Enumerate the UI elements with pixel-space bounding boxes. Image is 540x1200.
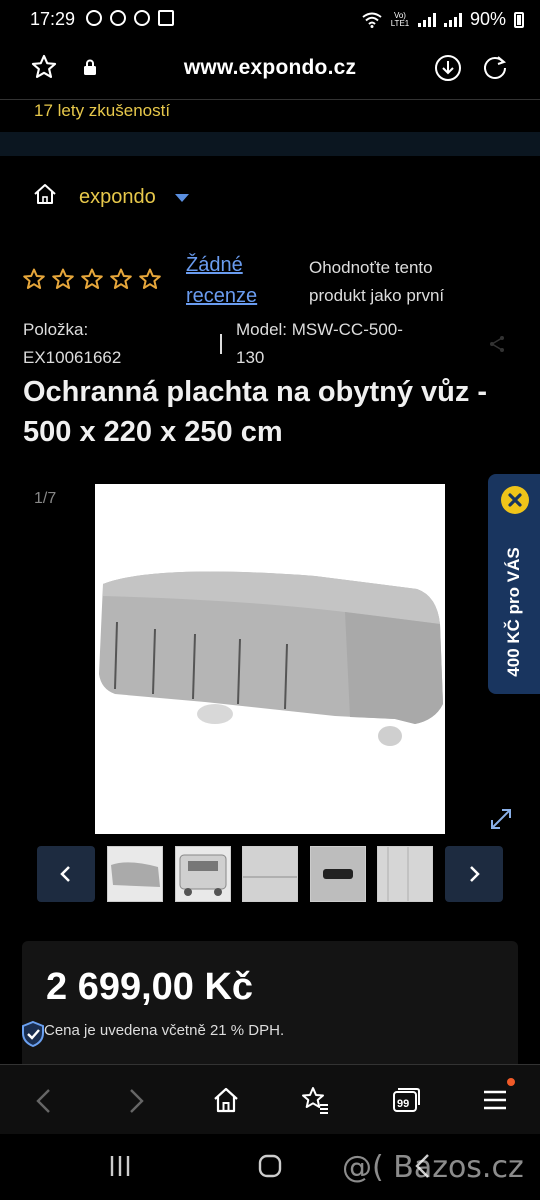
thumbnail-1[interactable]: [107, 846, 163, 902]
star-icon: [139, 268, 161, 289]
rate-line-1[interactable]: Ohodnoťte tento: [309, 254, 509, 282]
product-title: Ochranná plachta na obytný vůz - 500 x 2…: [23, 376, 488, 448]
model-line-1: Model: MSW-CC-500-: [236, 320, 403, 339]
reload-icon[interactable]: [481, 54, 509, 82]
menu-notification-dot: [507, 1078, 515, 1086]
eye-icon: [134, 10, 150, 26]
browser-url-bar: www.expondo.cz: [0, 40, 540, 98]
signal-icon: [417, 12, 436, 27]
promo-text[interactable]: 400 KČ pro VÁS: [504, 547, 524, 676]
back-icon[interactable]: [34, 1087, 54, 1115]
star-icon: [23, 268, 45, 289]
thumbnail-2[interactable]: [175, 846, 231, 902]
home-icon[interactable]: [33, 183, 57, 205]
rating-stars[interactable]: [22, 268, 162, 291]
star-icon: [81, 268, 103, 289]
home-nav-icon[interactable]: [212, 1086, 240, 1114]
thumbnail-3[interactable]: [242, 846, 298, 902]
notification-icons: [86, 10, 174, 26]
divider: [0, 99, 540, 100]
signal-icon-2: [443, 12, 462, 27]
item-value: EX10061662: [23, 348, 122, 367]
reviews-line-2[interactable]: recenze: [186, 281, 257, 312]
home-button-icon[interactable]: [258, 1154, 282, 1178]
reviews-line-1[interactable]: Žádné: [186, 250, 257, 281]
battery-percent: 90%: [469, 9, 506, 29]
chevron-down-icon[interactable]: [175, 194, 189, 202]
vat-note: Cena je uvedena včetně 21 % DPH.: [44, 1022, 285, 1039]
status-right: Vo) LTE1 90%: [362, 9, 524, 30]
caravan-cover-illustration: [99, 571, 443, 746]
forward-icon[interactable]: [126, 1087, 146, 1115]
svg-text:99: 99: [397, 1098, 409, 1110]
nav-strip: [0, 132, 540, 156]
star-icon: [110, 268, 132, 289]
lte-indicator: Vo) LTE1: [390, 10, 410, 28]
rate-first-link[interactable]: Ohodnoťte tento produkt jako první: [309, 254, 509, 310]
status-time: 17:29: [30, 9, 76, 29]
breadcrumb-brand[interactable]: expondo: [79, 186, 156, 209]
product-price: 2 699,00 Kč: [46, 966, 254, 1008]
model-number: Model: MSW-CC-500- 130: [236, 316, 436, 372]
browser-toolbar: 99: [0, 1064, 540, 1135]
item-number: Položka: EX10061662: [23, 316, 121, 372]
check-icon: [158, 10, 174, 26]
tagline: 17 lety zkušeností: [34, 101, 171, 120]
image-counter: 1/7: [34, 490, 57, 507]
model-line-2: 130: [236, 348, 265, 367]
wifi-icon: [362, 12, 382, 28]
share-icon[interactable]: [488, 335, 506, 353]
chevron-right-icon: [470, 866, 480, 882]
thumbnail-prev-button[interactable]: [37, 846, 95, 902]
recent-apps-icon[interactable]: [108, 1154, 132, 1178]
bookmarks-icon[interactable]: [300, 1085, 330, 1115]
item-label: Položka:: [23, 320, 89, 339]
status-bar: 17:29 Vo) LTE1 90%: [0, 0, 540, 40]
whatsapp-icon: [86, 10, 102, 26]
battery-icon: [514, 11, 524, 28]
thumbnail-5[interactable]: [377, 846, 433, 902]
thumbnail-4[interactable]: [310, 846, 366, 902]
close-icon[interactable]: [501, 486, 529, 514]
tabs-icon[interactable]: 99: [390, 1085, 420, 1115]
expand-icon[interactable]: [488, 806, 514, 832]
thumbnail-next-button[interactable]: [445, 846, 503, 902]
separator: [220, 334, 222, 354]
rate-line-2[interactable]: produkt jako první: [309, 282, 509, 310]
reviews-link[interactable]: Žádné recenze: [186, 250, 257, 312]
star-icon: [52, 268, 74, 289]
shield-check-icon: [22, 1020, 44, 1048]
chevron-left-icon: [60, 866, 70, 882]
product-main-image[interactable]: [95, 484, 445, 834]
watermark: @( Bazos.cz: [342, 1150, 524, 1185]
menu-icon[interactable]: [482, 1087, 508, 1113]
download-icon[interactable]: [434, 54, 462, 82]
messenger-icon: [110, 10, 126, 26]
